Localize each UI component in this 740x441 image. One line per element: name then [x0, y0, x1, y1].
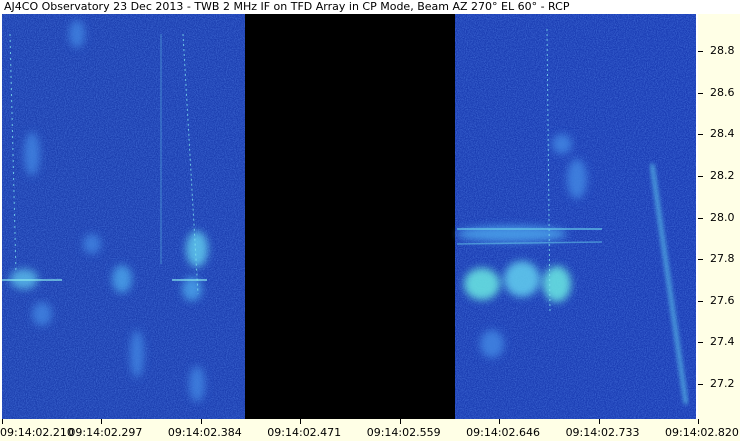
y-tick-mark [698, 92, 703, 94]
emission-feature [24, 132, 40, 176]
x-tick-mark [698, 419, 699, 424]
x-tick-label: 09:14:02.733 [565, 426, 640, 439]
y-tick-label: 28.4 [710, 127, 735, 141]
x-tick-label: 09:14:02.384 [167, 426, 242, 439]
emission-feature [543, 266, 571, 302]
emission-feature [112, 265, 132, 293]
x-tick-label: 09:14:02.471 [267, 426, 342, 439]
emission-feature [130, 330, 144, 378]
y-tick-label: 28.6 [710, 85, 735, 99]
emission-feature [567, 159, 587, 199]
y-tick-mark [698, 134, 703, 136]
y-tick-label: 27.8 [710, 252, 735, 266]
y-tick-mark [698, 176, 703, 177]
spectrogram-window: AJ4CO Observatory 23 Dec 2013 - TWB 2 MH… [0, 0, 740, 441]
x-tick-mark [399, 419, 401, 424]
emission-feature [69, 20, 85, 48]
x-tick-mark [499, 419, 501, 424]
emission-feature [83, 234, 101, 254]
emission-feature [552, 134, 572, 154]
y-tick-label: 27.4 [710, 335, 735, 349]
emission-feature [480, 330, 504, 358]
time-axis: 09:14:02.210 09:14:02.297 09:14:02.384 09:1… [0, 419, 740, 441]
x-tick-mark [200, 419, 202, 424]
x-tick-mark [101, 419, 103, 424]
y-tick-label: 28.2 [710, 169, 735, 182]
x-tick-label: 09:14:02.210 [0, 426, 74, 439]
y-tick-label: 28.0 [710, 210, 735, 224]
x-tick-label: 09:14:02.820 [665, 426, 739, 439]
x-tick-mark [2, 419, 3, 424]
emission-feature [32, 302, 52, 326]
emission-feature [504, 261, 540, 297]
emission-feature [189, 366, 205, 402]
x-tick-mark [300, 419, 302, 424]
chart-title: AJ4CO Observatory 23 Dec 2013 - TWB 2 MH… [4, 0, 570, 13]
x-tick-label: 09:14:02.559 [366, 426, 441, 439]
x-tick-label: 09:14:02.646 [466, 426, 541, 439]
spectrogram-plot [2, 14, 696, 419]
x-tick-label: 09:14:02.297 [68, 426, 143, 439]
y-tick-label: 27.6 [710, 293, 735, 307]
spectrogram-canvas [2, 14, 696, 419]
y-tick-mark [698, 383, 703, 385]
y-tick-mark [698, 51, 703, 53]
emission-feature [464, 268, 500, 300]
y-tick-mark [698, 217, 703, 219]
y-tick-mark [698, 259, 703, 261]
y-tick-mark [698, 342, 703, 344]
y-tick-label: 28.8 [710, 44, 735, 58]
frequency-axis: 28.8 28.6 28.4 28.2 28.0 27.8 27.6 27.4 27.2 [698, 14, 740, 419]
x-tick-mark [598, 419, 600, 424]
emission-feature [186, 231, 208, 267]
y-tick-label: 27.2 [710, 376, 735, 390]
y-tick-mark [698, 300, 703, 302]
data-gap [245, 14, 455, 419]
